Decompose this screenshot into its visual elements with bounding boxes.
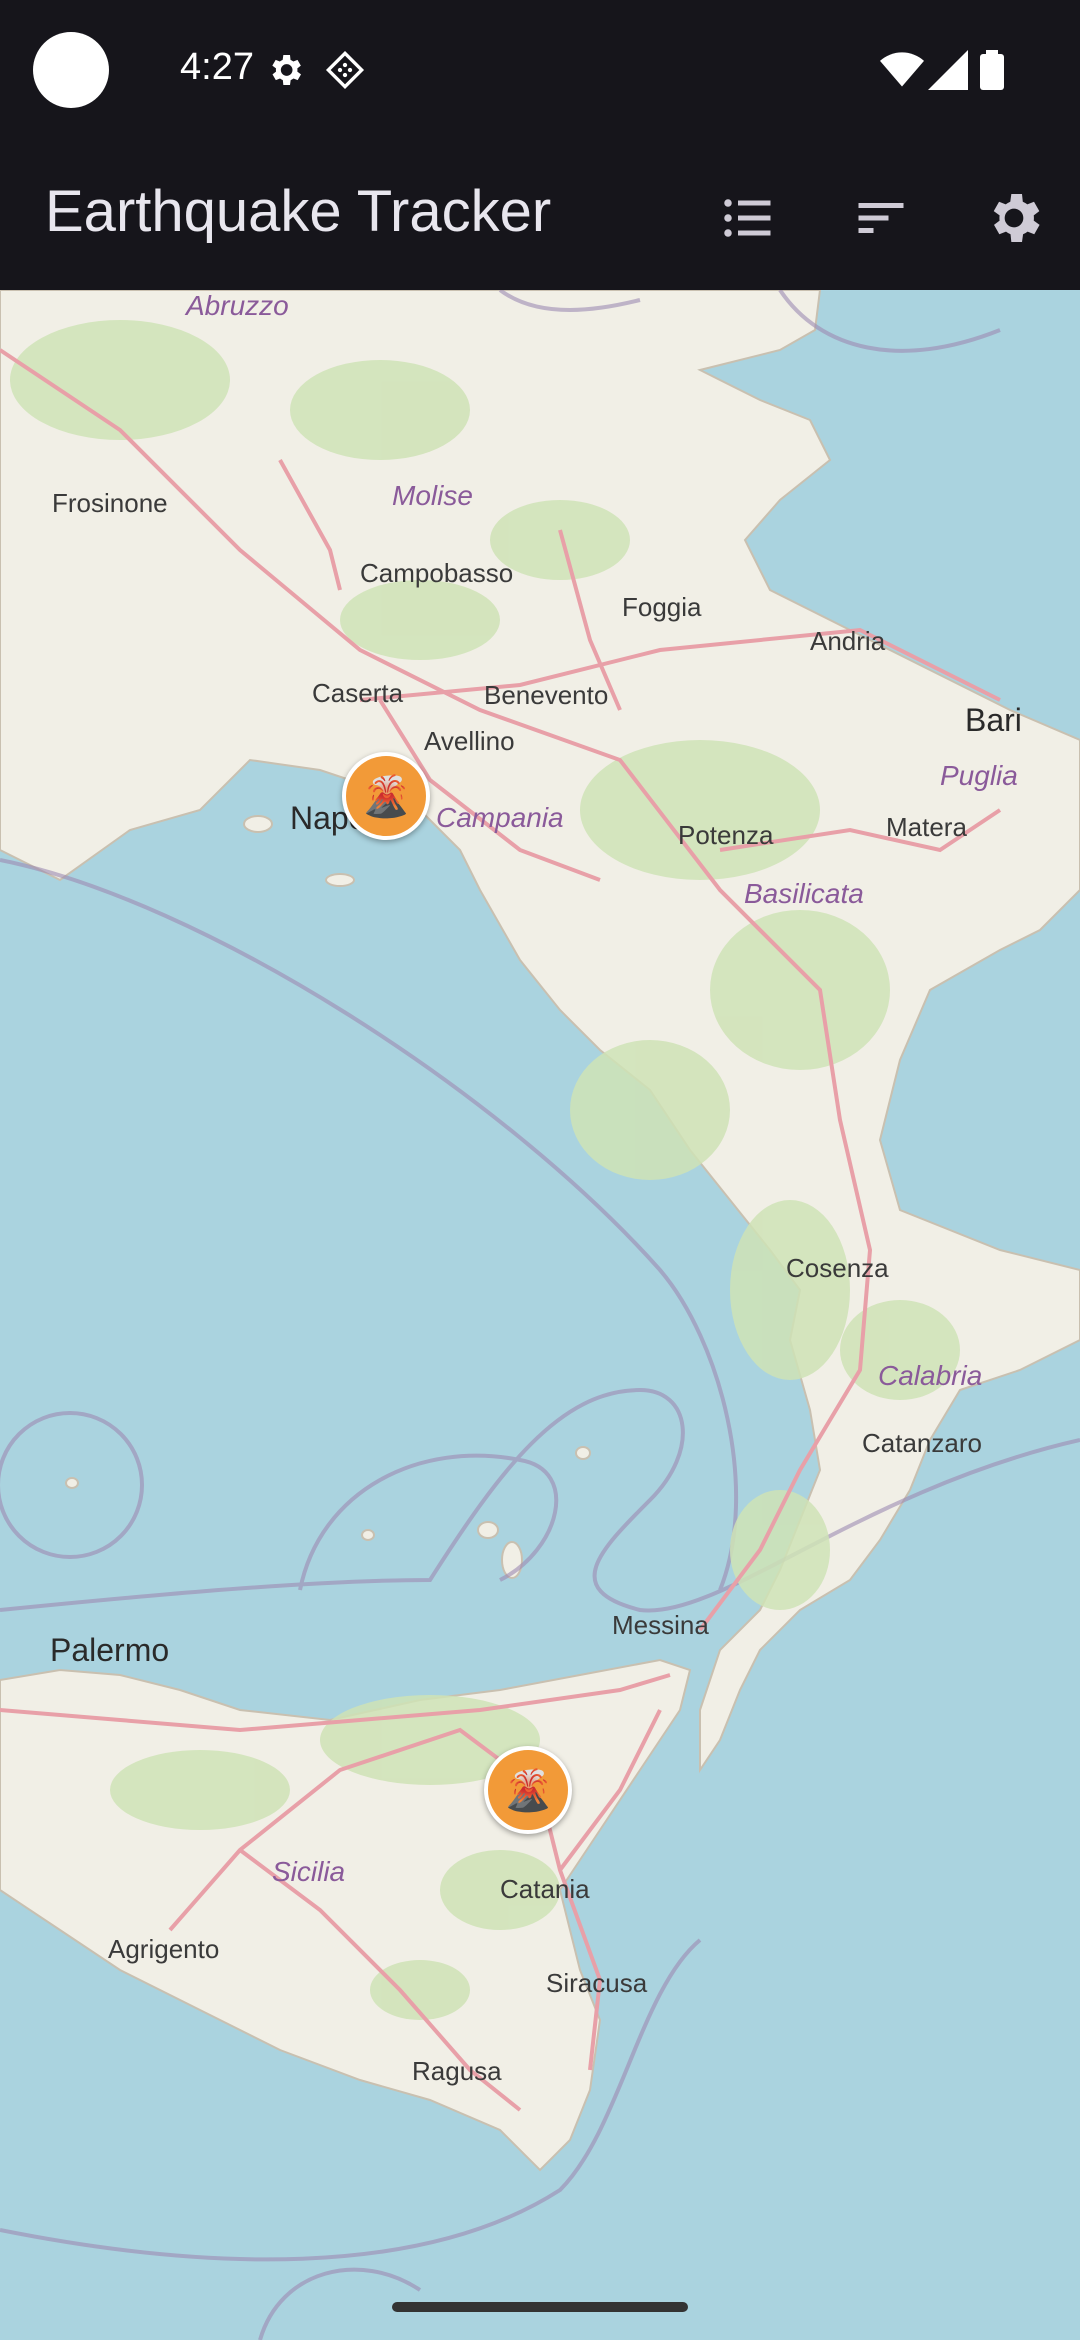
label-campobasso: Campobasso xyxy=(360,558,514,588)
phone-screen: 4:27 Earthquake Tracker Frosinone Campob… xyxy=(0,0,1080,2340)
label-matera: Matera xyxy=(886,812,967,842)
label-ragusa: Ragusa xyxy=(412,2056,502,2086)
app-title: Earthquake Tracker xyxy=(45,179,552,244)
status-bar: 4:27 xyxy=(0,0,1080,140)
label-catania: Catania xyxy=(500,1874,590,1904)
label-andria: Andria xyxy=(810,626,886,656)
volcano-marker-vesuvius[interactable]: 🌋 xyxy=(342,752,430,840)
diamond-data-icon xyxy=(325,50,365,90)
label-benevento: Benevento xyxy=(484,680,609,710)
label-palermo: Palermo xyxy=(50,1632,170,1668)
region-puglia: Puglia xyxy=(940,760,1018,791)
map-view[interactable]: Frosinone Campobasso Foggia Andria Bari … xyxy=(0,290,1080,2340)
label-potenza: Potenza xyxy=(678,820,774,850)
volcano-marker-etna[interactable]: 🌋 xyxy=(484,1746,572,1834)
settings-button[interactable] xyxy=(978,182,1050,254)
island-capri xyxy=(325,873,355,887)
signal-icon xyxy=(928,50,968,90)
region-calabria: Calabria xyxy=(878,1360,983,1391)
map-canvas xyxy=(0,290,1080,2340)
camera-cutout xyxy=(33,32,109,108)
app-bar: Earthquake Tracker xyxy=(0,140,1080,290)
island-ischia xyxy=(243,815,273,833)
wifi-icon xyxy=(880,52,924,87)
settings-gear-icon xyxy=(272,55,301,85)
island-ustica xyxy=(65,1477,79,1489)
island-salina xyxy=(477,1521,499,1539)
region-molise: Molise xyxy=(392,480,473,511)
label-foggia: Foggia xyxy=(622,592,702,622)
battery-icon xyxy=(980,50,1004,90)
region-campania: Campania xyxy=(436,802,564,833)
label-frosinone: Frosinone xyxy=(52,488,168,518)
label-cosenza: Cosenza xyxy=(786,1253,889,1283)
region-abruzzo: Abruzzo xyxy=(186,290,289,321)
sort-icon xyxy=(858,203,904,233)
list-view-button[interactable] xyxy=(712,182,784,254)
label-catanzaro: Catanzaro xyxy=(862,1428,982,1458)
sort-button[interactable] xyxy=(845,182,917,254)
gesture-home-bar[interactable] xyxy=(392,2302,688,2312)
status-time: 4:27 xyxy=(180,46,254,88)
list-view-icon xyxy=(724,199,771,237)
island-stromboli xyxy=(575,1446,591,1460)
region-sicilia: Sicilia xyxy=(272,1856,346,1887)
label-avellino: Avellino xyxy=(424,726,515,756)
island-alicudi xyxy=(361,1529,375,1541)
label-messina: Messina xyxy=(612,1610,709,1640)
label-caserta: Caserta xyxy=(312,678,404,708)
settings-icon xyxy=(993,194,1040,242)
label-bari: Bari xyxy=(965,702,1022,738)
label-siracusa: Siracusa xyxy=(546,1968,648,1998)
region-basilicata: Basilicata xyxy=(744,878,864,909)
label-agrigento: Agrigento xyxy=(108,1934,220,1964)
